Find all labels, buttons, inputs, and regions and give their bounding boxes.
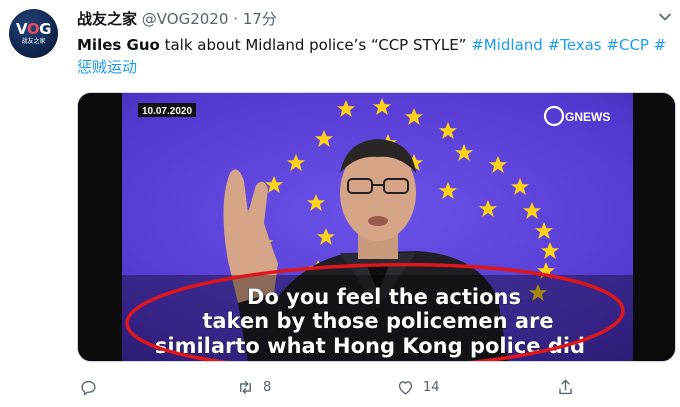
- letterbox-left: [78, 93, 122, 361]
- mention-author: Miles Guo: [77, 36, 160, 54]
- hashtag-midland[interactable]: #Midland: [471, 36, 543, 54]
- retweet-count: 8: [263, 379, 272, 395]
- avatar-logo: VOG: [16, 20, 51, 38]
- retweet-button[interactable]: 8: [236, 374, 271, 400]
- channel-logo-text: GNEWS: [565, 110, 610, 124]
- display-name[interactable]: 战友之家: [77, 10, 137, 28]
- heart-icon: [398, 380, 413, 395]
- retweet-icon: [240, 380, 251, 394]
- subtitle-line-1: Do you feel the actions: [247, 285, 521, 309]
- video-player[interactable]: 10.07.2020 GNEWS Do you feel the actions…: [77, 92, 676, 362]
- reply-button[interactable]: [79, 374, 106, 400]
- hashtag-ccp[interactable]: #CCP: [606, 36, 649, 54]
- user-handle[interactable]: @VOG2020: [142, 10, 229, 28]
- tweet-text: Miles Guo talk about Midland police’s “C…: [77, 34, 674, 78]
- subtitle-line-2: taken by those policemen are: [202, 309, 553, 333]
- reply-icon: [81, 380, 96, 395]
- timestamp[interactable]: 17分: [243, 10, 277, 28]
- hashtag-symbol[interactable]: #: [654, 36, 667, 54]
- chevron-down-icon[interactable]: [658, 10, 672, 24]
- avatar-caption: 战友之家: [21, 38, 46, 45]
- share-icon: [559, 379, 572, 394]
- separator: ·: [233, 10, 238, 28]
- tweet-body: talk about Midland police’s “CCP STYLE”: [159, 36, 472, 54]
- hashtag-texas[interactable]: #Texas: [548, 36, 602, 54]
- like-count: 14: [423, 379, 440, 395]
- hashtag-campaign[interactable]: 惩贼运动: [77, 58, 137, 76]
- date-stamp: 10.07.2020: [142, 106, 192, 117]
- video-frame: 10.07.2020 GNEWS Do you feel the actions…: [78, 93, 675, 361]
- letterbox-right: [633, 93, 675, 361]
- share-button[interactable]: [556, 374, 575, 400]
- like-button[interactable]: 14: [396, 374, 440, 400]
- avatar[interactable]: VOG 战友之家: [9, 9, 58, 58]
- tweet-header: 战友之家 @VOG2020 · 17分: [77, 9, 277, 29]
- action-bar: 8 14: [0, 374, 680, 400]
